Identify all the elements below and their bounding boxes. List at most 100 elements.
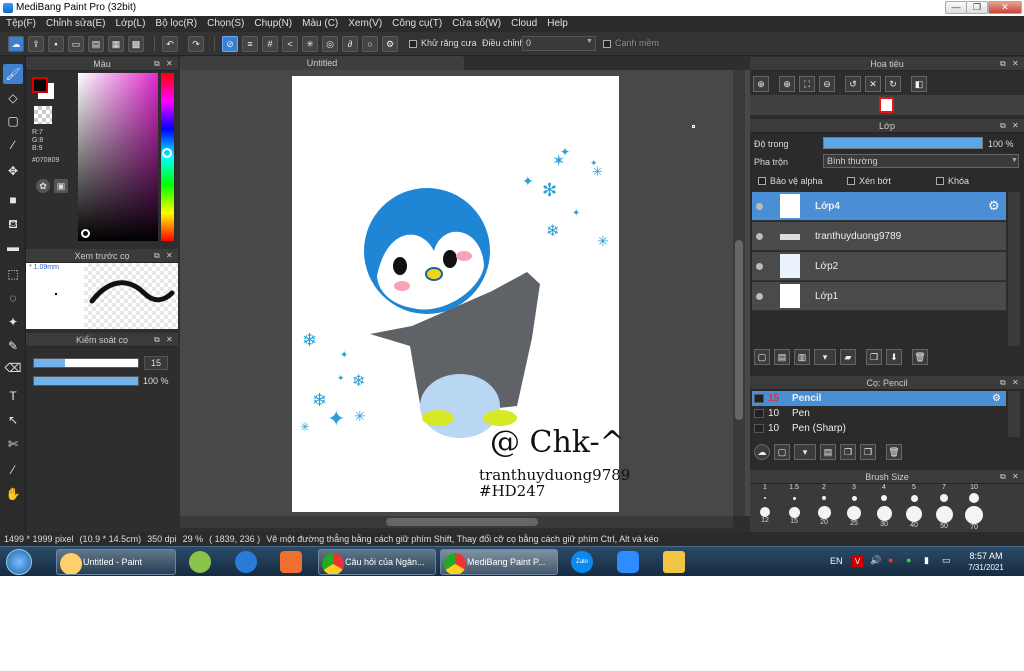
select-pen-tool-icon[interactable]: ✎ [3, 336, 23, 356]
close-icon[interactable]: ✕ [166, 249, 173, 263]
text-tool-icon[interactable]: T [3, 386, 23, 406]
cloud-icon[interactable]: ☁ [8, 36, 24, 52]
start-button[interactable] [6, 549, 32, 575]
close-icon[interactable]: ✕ [166, 333, 173, 347]
menu-layer[interactable]: Lớp(L) [110, 16, 150, 32]
radial-snap-icon[interactable]: ✳ [302, 36, 318, 52]
close-icon[interactable]: ✕ [1012, 376, 1019, 390]
snap-settings-icon[interactable]: ⚙ [382, 36, 398, 52]
language-indicator[interactable]: EN [830, 556, 843, 566]
hue-cursor[interactable] [162, 148, 172, 158]
circle-snap-icon[interactable]: ◎ [322, 36, 338, 52]
adjust-select[interactable]: 0 [522, 36, 596, 51]
rotate-left-icon[interactable]: ↺ [845, 76, 861, 92]
float-icon[interactable]: ⧉ [154, 57, 160, 71]
minimize-button[interactable]: — [945, 1, 967, 14]
brush-opacity-slider[interactable] [33, 376, 139, 386]
move-tool-icon[interactable]: ✥ [3, 161, 23, 181]
new-halftone-layer-icon[interactable]: ▤ [774, 349, 790, 365]
document-tab[interactable]: Untitled [180, 56, 464, 70]
zoom-in-icon[interactable]: ⊕ [753, 76, 769, 92]
menu-tools[interactable]: Công cụ(T) [386, 16, 446, 32]
rotate-right-icon[interactable]: ↻ [885, 76, 901, 92]
grid-icon[interactable]: ▩ [128, 36, 144, 52]
brush-size-option[interactable]: 20 [810, 506, 838, 532]
float-icon[interactable]: ⧉ [1000, 119, 1006, 133]
chat-icon[interactable]: ▪ [48, 36, 64, 52]
foreground-color-swatch[interactable] [32, 77, 48, 93]
menu-file[interactable]: Tệp(F) [0, 16, 40, 32]
layer-scrollbar[interactable] [1008, 192, 1020, 346]
layer-settings-icon[interactable]: ⚙ [988, 198, 1000, 214]
blur-tool-icon[interactable]: ∕ [3, 135, 23, 155]
tray-icon[interactable]: ● [888, 555, 893, 565]
visibility-icon[interactable] [756, 263, 763, 270]
visibility-icon[interactable] [756, 203, 763, 210]
float-icon[interactable]: ⧉ [1000, 376, 1006, 390]
brush-add-menu-icon[interactable]: ▾ [794, 444, 816, 460]
folder-icon[interactable] [663, 551, 685, 573]
float-icon[interactable]: ⧉ [154, 333, 160, 347]
clip-checkbox[interactable] [847, 177, 855, 185]
folder-icon[interactable]: ▰ [840, 349, 856, 365]
menu-color[interactable]: Màu (C) [296, 16, 342, 32]
color-picker-cursor[interactable] [81, 229, 90, 238]
media-icon[interactable] [280, 551, 302, 573]
brush-settings-icon[interactable]: ⚙ [992, 391, 1001, 406]
brush-size-option[interactable]: 70 [960, 506, 988, 532]
float-icon[interactable]: ⧉ [1000, 57, 1006, 71]
float-icon[interactable]: ⧉ [1000, 470, 1006, 484]
share-icon[interactable]: ⇪ [28, 36, 44, 52]
brush-size-value[interactable]: 15 [144, 356, 168, 370]
duplicate-layer-icon[interactable]: ❐ [866, 349, 882, 365]
ellipse-snap-icon[interactable]: ○ [362, 36, 378, 52]
brush-size-option[interactable]: 30 [870, 506, 898, 532]
new-8bit-layer-icon[interactable]: ▥ [794, 349, 810, 365]
menu-edit[interactable]: Chỉnh sửa(E) [40, 16, 110, 32]
volume-icon[interactable]: 🔊 [870, 555, 881, 566]
menu-snap[interactable]: Chụp(N) [248, 16, 296, 32]
cross-snap-icon[interactable]: # [262, 36, 278, 52]
menu-view[interactable]: Xem(V) [342, 16, 386, 32]
lasso-tool-icon[interactable]: ◌ [3, 288, 23, 308]
protect-alpha-checkbox[interactable] [758, 177, 766, 185]
add-brush-icon[interactable]: ▢ [774, 444, 790, 460]
antialias-checkbox[interactable] [409, 40, 417, 48]
zoom-icon[interactable] [617, 551, 639, 573]
float-icon[interactable]: ⧉ [154, 249, 160, 263]
material-icon[interactable]: ▦ [108, 36, 124, 52]
copy-brush-icon[interactable]: ❒ [860, 444, 876, 460]
menu-cloud[interactable]: Cloud [505, 16, 541, 32]
brush-size-option[interactable]: 15 [780, 506, 808, 532]
zoom-in-icon[interactable]: ⊕ [779, 76, 795, 92]
select-eraser-tool-icon[interactable]: ⌫ [3, 358, 23, 378]
delete-layer-icon[interactable]: 🗑 [912, 349, 928, 365]
soft-edge-checkbox[interactable] [603, 40, 611, 48]
ie-icon[interactable] [235, 551, 257, 573]
cloud-brush-icon[interactable]: ☁ [754, 444, 770, 460]
select-rect-tool-icon[interactable]: ⬚ [3, 264, 23, 284]
close-icon[interactable]: ✕ [1012, 470, 1019, 484]
lock-checkbox[interactable] [936, 177, 944, 185]
menu-window[interactable]: Cửa sổ(W) [446, 16, 505, 32]
close-icon[interactable]: ✕ [1012, 57, 1019, 71]
delete-brush-icon[interactable]: 🗑 [886, 444, 902, 460]
brush-size-option[interactable]: 50 [930, 506, 958, 532]
zoom-out-icon[interactable]: ⊖ [819, 76, 835, 92]
layer-row[interactable]: tranthuyduong9789 [752, 222, 1006, 251]
visibility-icon[interactable] [756, 293, 763, 300]
brush-tool-icon[interactable]: 🖌 [3, 64, 23, 84]
magic-wand-tool-icon[interactable]: ✦ [3, 312, 23, 332]
hand-tool-icon[interactable]: ✋ [3, 484, 23, 504]
layer-row[interactable]: Lớp4 ⚙ [752, 192, 1006, 221]
duplicate-brush-icon[interactable]: ❐ [840, 444, 856, 460]
dot-tool-icon[interactable]: ▢ [3, 111, 23, 131]
curve-snap-icon[interactable]: ∂ [342, 36, 358, 52]
page-icon[interactable]: ▤ [88, 36, 104, 52]
vanish-snap-icon[interactable]: < [282, 36, 298, 52]
menu-help[interactable]: Help [541, 16, 572, 32]
brush-row[interactable]: 10 Pen [752, 406, 1006, 421]
navigator-preview[interactable] [750, 95, 1024, 115]
taskbar-medibang[interactable]: MediBang Paint P... [440, 549, 558, 575]
comment-icon[interactable]: ▭ [68, 36, 84, 52]
